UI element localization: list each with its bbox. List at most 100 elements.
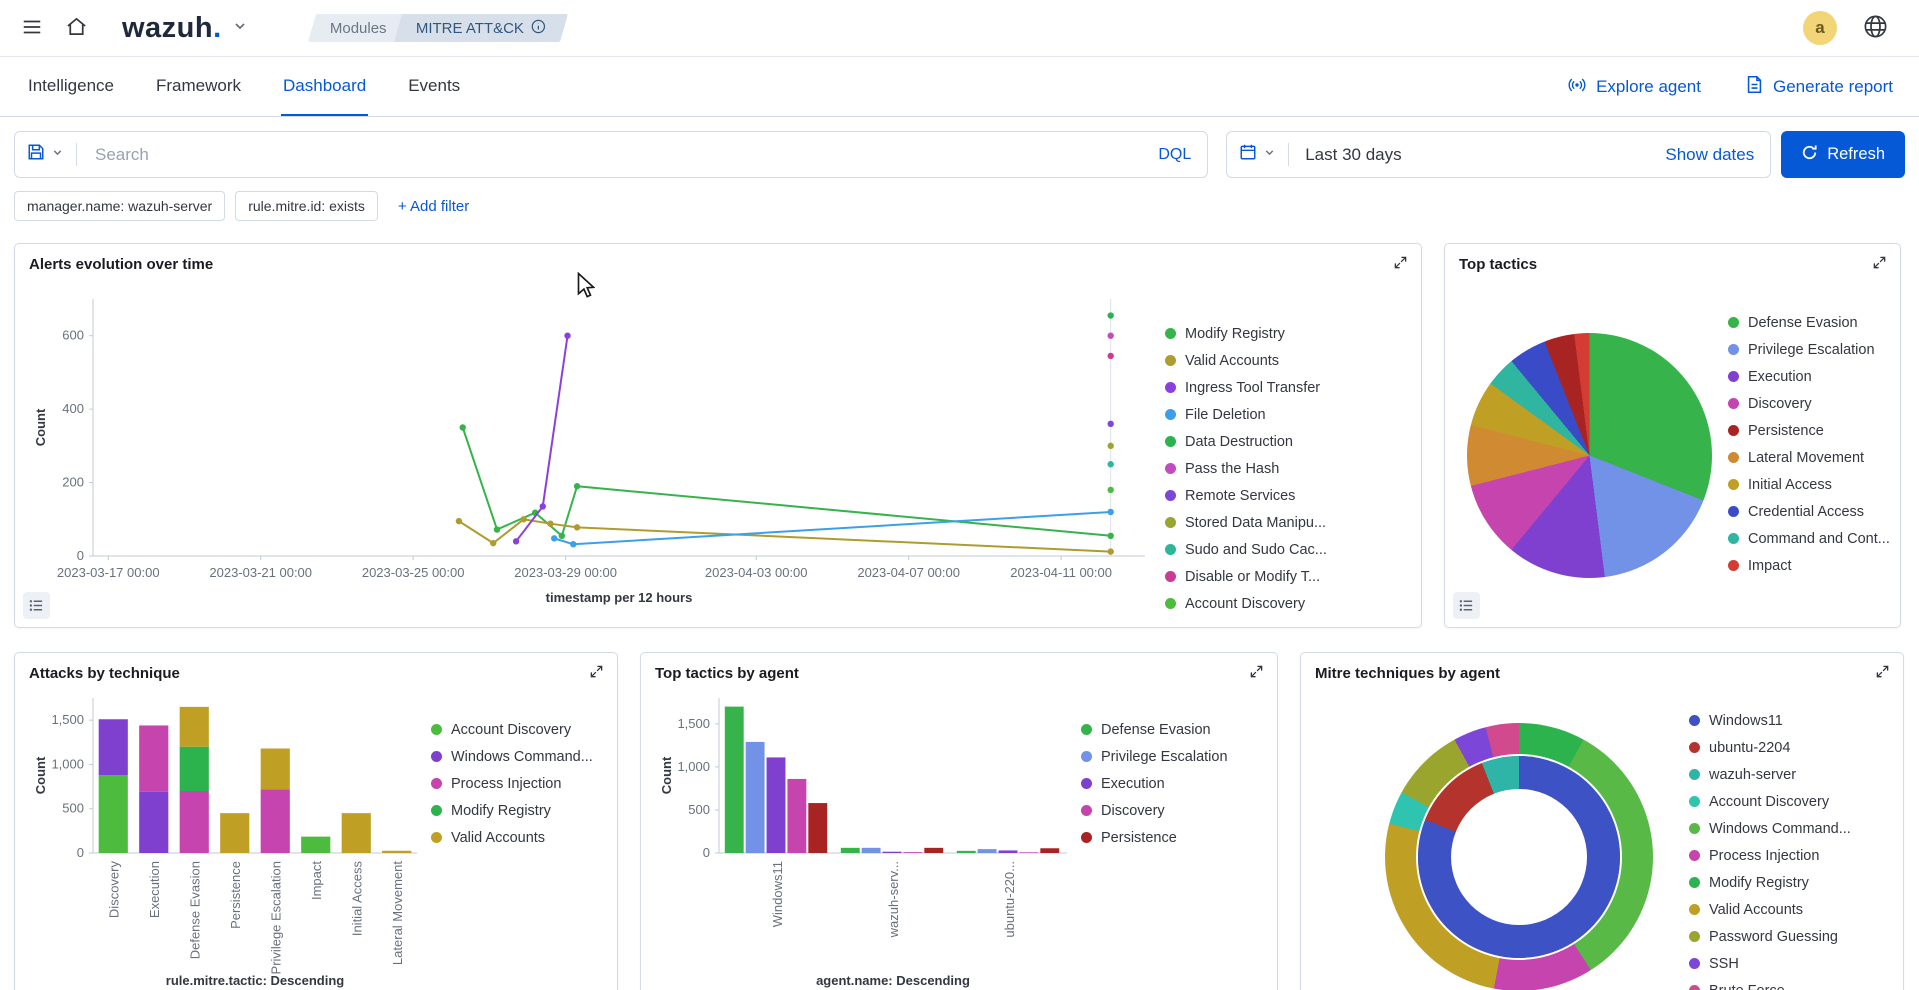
explore-agent-button[interactable]: Explore agent [1567,74,1701,99]
date-range-field[interactable]: Last 30 days Show dates [1289,145,1770,165]
expand-icon[interactable] [1872,255,1887,273]
saved-queries-button[interactable] [15,143,77,166]
info-icon[interactable] [531,19,546,38]
legend-item[interactable]: ubuntu-2204 [1689,734,1851,761]
chart-legend: Modify RegistryValid AccountsIngress Too… [1165,279,1327,617]
svg-text:0: 0 [77,845,84,860]
expand-icon[interactable] [1393,255,1408,273]
legend-item[interactable]: Persistence [1728,417,1890,444]
breadcrumb-current: MITRE ATT&CK [394,14,568,42]
legend-item[interactable]: Data Destruction [1165,428,1327,455]
legend-dot [1081,805,1092,816]
chevron-down-icon[interactable] [232,18,248,39]
legend-item[interactable]: Discovery [1081,797,1228,824]
hamburger-icon [21,16,43,41]
tab-framework[interactable]: Framework [154,57,243,116]
expand-icon[interactable] [589,664,604,682]
filter-pill-mitre-id[interactable]: rule.mitre.id: exists [235,191,378,221]
legend-item[interactable]: Modify Registry [1689,869,1851,896]
top-tactics-pie-chart[interactable] [1467,333,1712,578]
legend-item[interactable]: Persistence [1081,824,1228,851]
tab-intelligence[interactable]: Intelligence [26,57,116,116]
legend-item[interactable]: Command and Cont... [1728,525,1890,552]
legend-item[interactable]: Execution [1728,363,1890,390]
legend-item[interactable]: SSH [1689,950,1851,977]
panel-attacks-by-technique: Attacks by technique 05001,0001,500Disco… [14,652,618,990]
svg-text:2023-04-03 00:00: 2023-04-03 00:00 [705,565,808,580]
legend-item[interactable]: Sudo and Sudo Cac... [1165,536,1327,563]
legend-dot [1728,371,1739,382]
legend-item[interactable]: Process Injection [1689,842,1851,869]
svg-text:1,500: 1,500 [677,716,710,731]
legend-item[interactable]: Windows Command... [431,743,593,770]
legend-dot [1689,796,1700,807]
legend-item[interactable]: Password Guessing [1689,923,1851,950]
svg-text:2023-03-21 00:00: 2023-03-21 00:00 [209,565,312,580]
refresh-button[interactable]: Refresh [1781,131,1905,178]
legend-item[interactable]: Privilege Escalation [1081,743,1228,770]
legend-item[interactable]: Account Discovery [431,716,593,743]
svg-text:1,000: 1,000 [51,756,84,771]
legend-item[interactable]: Modify Registry [1165,320,1327,347]
legend-label: Privilege Escalation [1748,342,1875,358]
legend-item[interactable]: Initial Access [1728,471,1890,498]
legend-item[interactable]: Valid Accounts [1689,896,1851,923]
svg-text:Defense Evasion: Defense Evasion [187,861,202,959]
legend-item[interactable]: Stored Data Manipu... [1165,509,1327,536]
legend-item[interactable]: Discovery [1728,390,1890,417]
legend-item[interactable]: Valid Accounts [431,824,593,851]
legend-item[interactable]: Credential Access [1728,498,1890,525]
legend-item[interactable]: File Deletion [1165,401,1327,428]
show-dates-link[interactable]: Show dates [1665,145,1754,165]
legend-item[interactable]: Windows11 [1689,707,1851,734]
legend-item[interactable]: Remote Services [1165,482,1327,509]
legend-item[interactable]: Valid Accounts [1165,347,1327,374]
tab-dashboard[interactable]: Dashboard [281,57,368,116]
legend-label: Account Discovery [1185,596,1305,612]
legend-item[interactable]: Account Discovery [1689,788,1851,815]
date-quick-select-button[interactable] [1227,143,1289,166]
legend-label: Credential Access [1748,504,1864,520]
legend-item[interactable]: Privilege Escalation [1728,336,1890,363]
tab-events[interactable]: Events [406,57,462,116]
legend-item[interactable]: Modify Registry [431,797,593,824]
svg-text:1,000: 1,000 [677,759,710,774]
legend-toggle-button[interactable] [1453,592,1480,619]
mitre-techniques-donut-chart[interactable] [1385,723,1653,990]
legend-item[interactable]: Pass the Hash [1165,455,1327,482]
add-filter-button[interactable]: + Add filter [398,198,469,215]
legend-item[interactable]: Impact [1728,552,1890,579]
legend-item[interactable]: Windows Command... [1689,815,1851,842]
menu-button[interactable] [10,6,54,50]
avatar[interactable]: a [1803,11,1837,45]
legend-item[interactable]: Defense Evasion [1728,309,1890,336]
legend-label: Initial Access [1748,477,1832,493]
generate-report-button[interactable]: Generate report [1745,75,1893,99]
legend-item[interactable]: wazuh-server [1689,761,1851,788]
expand-icon[interactable] [1875,664,1890,682]
legend-item[interactable]: Execution [1081,770,1228,797]
legend-item[interactable]: Process Injection [431,770,593,797]
legend-toggle-button[interactable] [23,592,50,619]
legend-item[interactable]: Lateral Movement [1728,444,1890,471]
filter-pill-manager-name[interactable]: manager.name: wazuh-server [14,191,225,221]
settings-button[interactable] [1853,6,1897,50]
search-input[interactable]: Search DQL [77,145,1207,165]
date-range-value[interactable]: Last 30 days [1305,145,1401,165]
svg-text:Privilege Escalation: Privilege Escalation [268,861,283,974]
legend-item[interactable]: Disable or Modify T... [1165,563,1327,590]
query-language-selector[interactable]: DQL [1158,146,1191,164]
legend-label: Privilege Escalation [1101,749,1228,765]
legend-label: Valid Accounts [1709,902,1803,918]
breadcrumb-modules[interactable]: Modules [308,14,409,42]
legend-item[interactable]: Defense Evasion [1081,716,1228,743]
svg-text:1,500: 1,500 [51,712,84,727]
expand-icon[interactable] [1249,664,1264,682]
legend-dot [1165,490,1176,501]
svg-text:wazuh-serv...: wazuh-serv... [886,861,901,938]
legend-dot [1728,425,1739,436]
legend-item[interactable]: Ingress Tool Transfer [1165,374,1327,401]
legend-item[interactable]: Account Discovery [1165,590,1327,617]
home-button[interactable] [54,6,98,50]
legend-item[interactable]: Brute Force [1689,977,1851,990]
